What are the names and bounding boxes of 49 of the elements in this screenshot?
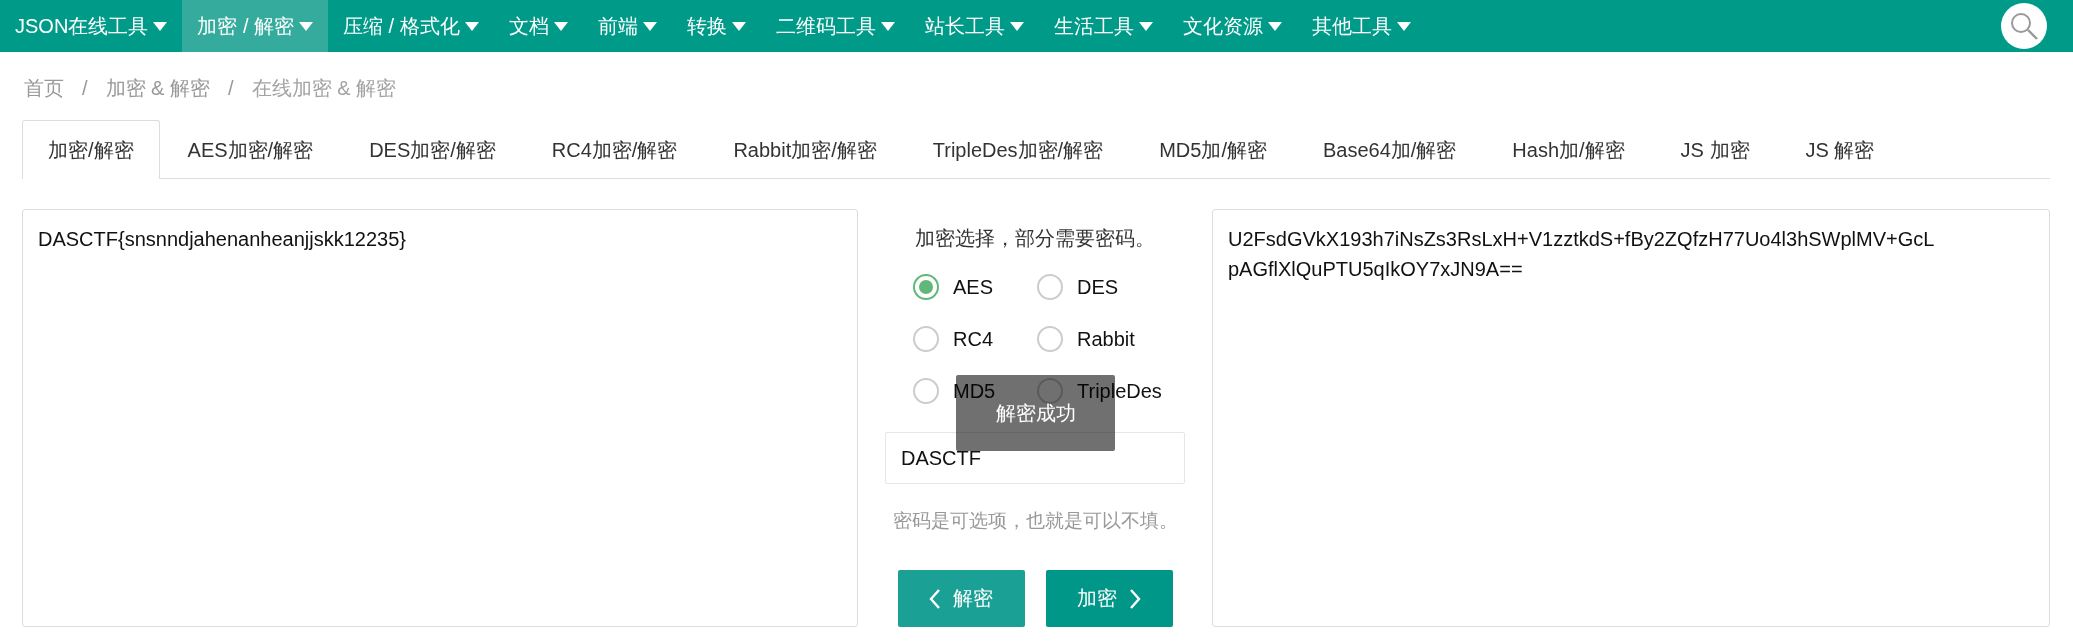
nav-menu-item[interactable]: 文档 [493, 0, 583, 52]
caret-icon [1267, 21, 1282, 31]
encrypt-button[interactable]: 加密 [1045, 570, 1173, 627]
nav-menu-item[interactable]: 转换 [671, 0, 761, 52]
tab[interactable]: Hash加/解密 [1484, 120, 1653, 179]
chevron-right-icon [1129, 587, 1141, 610]
breadcrumb-separator: / [228, 76, 234, 100]
algorithm-radio[interactable]: DES [1037, 274, 1157, 300]
tab[interactable]: TripleDes加密/解密 [904, 120, 1132, 179]
nav-menu-item[interactable]: 前端 [582, 0, 672, 52]
password-field[interactable]: DASCTF [885, 432, 1185, 484]
caret-icon [1138, 21, 1153, 31]
caret-icon [642, 21, 657, 31]
nav-menu-item[interactable]: 文化资源 [1167, 0, 1297, 52]
search-button[interactable] [2001, 3, 2047, 49]
caret-icon [731, 21, 746, 31]
caret-icon [1009, 21, 1024, 31]
tab[interactable]: Base64加/解密 [1294, 120, 1485, 179]
caret-icon [1396, 21, 1411, 31]
algorithm-radio[interactable]: AES [913, 274, 1037, 300]
caret-icon [553, 21, 568, 31]
breadcrumb-separator: / [82, 76, 88, 100]
tab[interactable]: MD5加/解密 [1131, 120, 1295, 179]
nav-menu-item[interactable]: 其他工具 [1296, 0, 1426, 52]
breadcrumb-current: 在线加密 & 解密 [251, 75, 397, 101]
chevron-left-icon [929, 587, 941, 610]
password-hint: 密码是可选项，也就是可以不填。 [892, 509, 1178, 533]
options-title: 加密选择，部分需要密码。 [915, 226, 1155, 251]
algorithm-radio[interactable]: Rabbit [1037, 326, 1157, 352]
algorithm-radio[interactable]: RC4 [913, 326, 1037, 352]
plaintext-field[interactable]: DASCTF{snsnndjahenanheanjjskk12235} [22, 209, 858, 627]
tab[interactable]: DES加密/解密 [341, 120, 524, 179]
ciphertext-field[interactable]: U2FsdGVkX193h7iNsZs3RsLxH+V1zztkdS+fBy2ZQfzH77Uo4l3hSWplMV+GcLpAGflXlQuPTU5qIkOY7xJN9A== [1212, 209, 2050, 627]
tab[interactable]: JS 加密 [1652, 120, 1778, 179]
tab[interactable]: JS 解密 [1777, 120, 1903, 179]
nav-menu-item[interactable]: 二维码工具 [760, 0, 910, 52]
nav-menu-item[interactable]: 生活工具 [1038, 0, 1168, 52]
nav-menu-item[interactable]: JSON在线工具 [0, 0, 183, 52]
tab[interactable]: RC4加密/解密 [523, 120, 706, 179]
tab[interactable]: 加密/解密 [22, 120, 160, 179]
tab[interactable]: AES加密/解密 [159, 120, 342, 179]
nav-menu-item[interactable]: 站长工具 [909, 0, 1039, 52]
caret-icon [153, 21, 168, 31]
caret-icon [299, 21, 313, 31]
caret-icon [464, 21, 479, 31]
tab[interactable]: Rabbit加密/解密 [705, 120, 905, 179]
search-icon [2009, 11, 2039, 41]
caret-icon [880, 21, 895, 31]
nav-menu-item[interactable]: 压缩 / 格式化 [328, 0, 494, 52]
